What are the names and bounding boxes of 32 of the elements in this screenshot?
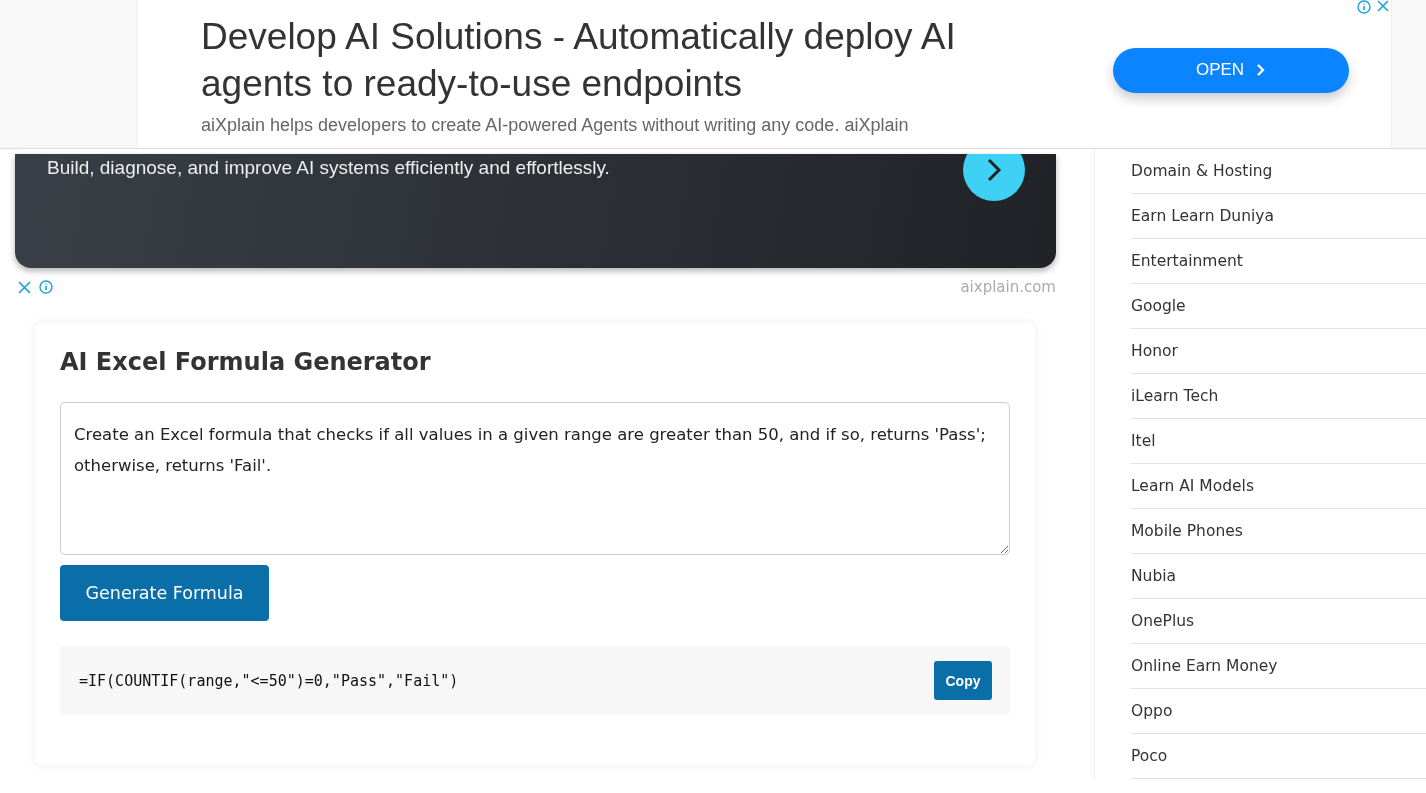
prompt-input[interactable]: Create an Excel formula that checks if all values in a given range are greater than 50, and if so, returns 'Pass'; otherwise, returns 'Fail'.: [60, 402, 1010, 555]
ad-description: aiXplain helps developers to create AI-powered Agents without writing any code. aiXplain: [201, 114, 910, 136]
copy-button[interactable]: Copy: [934, 661, 992, 700]
info-icon[interactable]: [39, 280, 53, 294]
category-link[interactable]: Entertainment: [1131, 239, 1426, 284]
info-icon[interactable]: [1357, 0, 1371, 14]
category-link[interactable]: Earn Learn Duniya: [1131, 194, 1426, 239]
ad-card[interactable]: Build, diagnose, and improve AI systems efficiently and effortlessly.: [15, 154, 1056, 268]
ad-text: Build, diagnose, and improve AI systems efficiently and effortlessly.: [47, 157, 610, 180]
generator-title: AI Excel Formula Generator: [60, 348, 432, 376]
generate-formula-button[interactable]: Generate Formula: [60, 565, 269, 621]
category-link[interactable]: Itel: [1131, 419, 1426, 464]
chevron-right-icon: [1256, 63, 1267, 77]
category-link[interactable]: iLearn Tech: [1131, 374, 1426, 419]
ad-headline[interactable]: Develop AI Solutions - Automatically deploy AI agents to ready-to-use endpoints: [201, 12, 1001, 107]
formula-output: =IF(COUNTIF(range,"<=50")=0,"Pass","Fail"): [79, 671, 459, 690]
open-button[interactable]: OPEN: [1113, 47, 1349, 93]
category-link[interactable]: Mobile Phones: [1131, 509, 1426, 554]
category-link[interactable]: Nubia: [1131, 554, 1426, 599]
close-icon[interactable]: [18, 280, 31, 294]
close-icon[interactable]: [1377, 0, 1389, 12]
chevron-right-icon: [986, 157, 1002, 183]
category-link[interactable]: Online Earn Money: [1131, 644, 1426, 689]
category-link[interactable]: Learn AI Models: [1131, 464, 1426, 509]
category-link[interactable]: OnePlus: [1131, 599, 1426, 644]
category-link[interactable]: Honor: [1131, 329, 1426, 374]
ad-domain: aixplain.com: [960, 278, 1056, 296]
next-button[interactable]: [963, 154, 1025, 201]
category-link[interactable]: Google: [1131, 284, 1426, 329]
category-link[interactable]: Poco: [1131, 734, 1426, 779]
category-link[interactable]: Domain & Hosting: [1131, 149, 1426, 194]
category-link[interactable]: Oppo: [1131, 689, 1426, 734]
